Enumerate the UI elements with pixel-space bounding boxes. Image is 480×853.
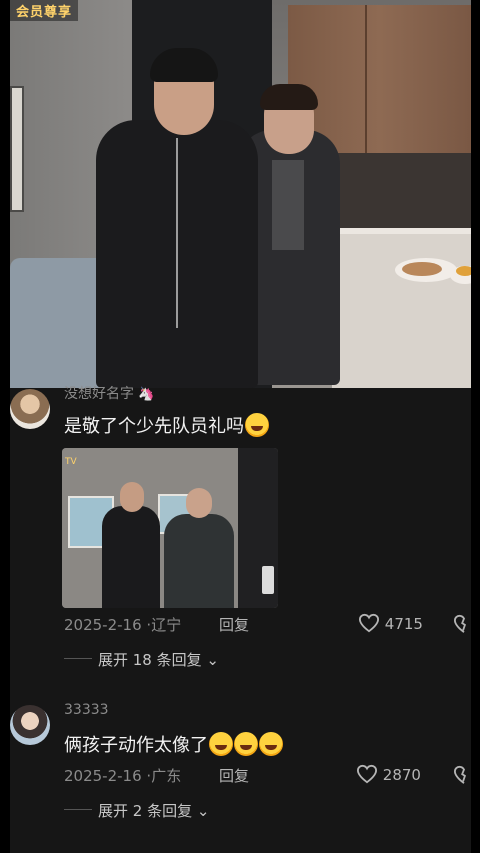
comment-date: 2025-2-16: [64, 616, 142, 634]
like-button[interactable]: 4715: [358, 613, 423, 633]
avatar[interactable]: [10, 389, 50, 429]
comment-image-tag: TV: [65, 457, 77, 467]
like-count: 4715: [384, 615, 423, 633]
comment-text[interactable]: 是敬了个少先队员礼吗: [64, 412, 269, 438]
video-person-shirt: [272, 160, 304, 250]
heart-icon: [356, 764, 378, 784]
video-scene-counter: [332, 228, 471, 388]
star-struck-emoji-icon: [259, 732, 283, 756]
comment-image-person-head: [120, 482, 144, 512]
video-person-right-hair: [260, 84, 318, 110]
video-person-left: [96, 120, 258, 388]
comment-text[interactable]: 俩孩子动作太像了: [64, 731, 283, 757]
video-person-zipper: [176, 138, 178, 328]
broken-heart-icon: [453, 765, 466, 784]
comment-meta: 2025-2-16 ·辽宁: [64, 614, 181, 635]
comment-location: 辽宁: [151, 616, 182, 634]
video-person-left-hair: [150, 48, 218, 82]
reply-button[interactable]: 回复: [219, 765, 249, 786]
comment-location: 广东: [151, 767, 182, 785]
like-button[interactable]: 2870: [356, 764, 421, 784]
comment-image-person-head: [186, 488, 212, 518]
dislike-button[interactable]: [453, 614, 467, 636]
chevron-down-icon: ⌄: [201, 651, 219, 669]
comment-image-person: [164, 514, 234, 608]
expand-replies-label: 展开 2 条回复: [98, 802, 193, 820]
grinning-sweat-emoji-icon: [245, 413, 269, 437]
dislike-button[interactable]: [453, 765, 467, 787]
like-count: 2870: [382, 766, 421, 784]
expand-divider: [64, 658, 92, 659]
comment-image[interactable]: TV: [62, 448, 278, 608]
unicorn-icon: 🦄: [138, 387, 155, 402]
vip-watermark: 会员尊享: [10, 0, 79, 21]
heart-icon: [358, 613, 380, 633]
video-scene-food: [456, 266, 471, 276]
username-text: 没想好名字: [64, 386, 134, 402]
broken-heart-icon: [453, 614, 466, 633]
expand-replies-button[interactable]: 展开 18 条回复 ⌄: [98, 649, 219, 670]
chevron-down-icon: ⌄: [192, 802, 210, 820]
expand-replies-label: 展开 18 条回复: [98, 651, 202, 669]
star-struck-emoji-icon: [209, 732, 233, 756]
video-scene-painting: [10, 86, 24, 212]
expand-divider: [64, 809, 92, 810]
avatar[interactable]: [10, 705, 50, 745]
video-player[interactable]: 会员尊享: [10, 0, 471, 388]
comment-date: 2025-2-16: [64, 767, 142, 785]
video-scene-cabinet-divider: [365, 5, 367, 153]
comment-image-person: [102, 506, 160, 608]
app-frame: 会员尊享 没想好名字 🦄 是敬了个少先队员礼吗 TV 2025-2-16 ·辽宁 …: [10, 0, 471, 853]
comment-username[interactable]: 33333: [64, 702, 109, 718]
star-struck-emoji-icon: [234, 732, 258, 756]
comment-meta: 2025-2-16 ·广东: [64, 765, 181, 786]
comment-text-content: 俩孩子动作太像了: [64, 735, 208, 756]
comment-text-content: 是敬了个少先队员礼吗: [64, 416, 244, 437]
video-scene-food: [402, 262, 442, 276]
expand-replies-button[interactable]: 展开 2 条回复 ⌄: [98, 800, 209, 821]
comment-image-phone: [262, 566, 274, 594]
comment-username[interactable]: 没想好名字 🦄: [64, 383, 154, 403]
reply-button[interactable]: 回复: [219, 614, 249, 635]
